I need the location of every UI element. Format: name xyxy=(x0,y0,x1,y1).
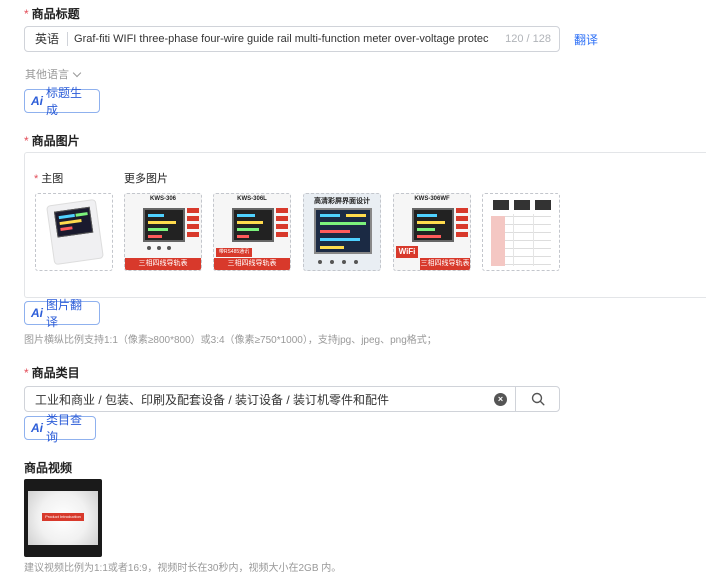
image-section-label: * 商品图片 xyxy=(24,134,80,148)
product-photo xyxy=(46,198,104,266)
clear-icon[interactable]: × xyxy=(494,392,507,406)
image-format-hint: 图片横纵比例支持1:1（像素≥800*800）或3:4（像素≥750*1000）… xyxy=(24,335,437,346)
title-text[interactable]: Graf-fiti WIFI three-phase four-wire gui… xyxy=(68,33,501,45)
meter-photo xyxy=(412,208,454,242)
video-thumb[interactable]: Product Introduction xyxy=(24,479,102,557)
category-section-label: * 商品类目 xyxy=(24,366,80,380)
video-format-hint: 建议视频比例为1:1或者16:9，视频时长在30秒内，视频大小在2GB 内。 xyxy=(24,563,342,574)
ai-category-query-button[interactable]: Ai 类目查询 xyxy=(24,413,96,444)
meter-photo xyxy=(232,208,274,242)
title-input[interactable]: 英语 Graf-fiti WIFI three-phase four-wire … xyxy=(24,26,560,52)
screen-photo xyxy=(314,208,372,254)
main-image-label: * 主图 xyxy=(34,173,64,185)
ai-icon: Ai xyxy=(31,306,43,320)
gallery-image-4[interactable]: KWS-306WF WiFi 三相四线导轨表 xyxy=(393,193,471,271)
category-search-button[interactable] xyxy=(515,387,559,411)
meter-photo xyxy=(143,208,185,242)
ai-image-translate-button[interactable]: Ai 图片翻译 xyxy=(24,298,100,329)
gallery-image-3[interactable]: 高清彩屏界面设计 xyxy=(303,193,381,271)
title-char-count: 120 / 128 xyxy=(505,33,551,45)
gallery-image-1[interactable]: KWS-306 三相四线导轨表 xyxy=(124,193,202,271)
translate-link[interactable]: 翻译 xyxy=(574,31,598,48)
more-images-label: 更多图片 xyxy=(124,173,168,185)
ai-icon: Ai xyxy=(31,421,43,435)
gallery-image-2[interactable]: KWS-306L 带RS485通讯 三相四线导轨表 xyxy=(213,193,291,271)
main-image-thumb[interactable] xyxy=(35,193,113,271)
search-icon xyxy=(531,392,545,406)
gallery-image-5[interactable] xyxy=(482,193,560,271)
category-select[interactable]: 工业和商业 / 包装、印刷及配套设备 / 装订设备 / 装订机零件和配件 × xyxy=(24,386,560,412)
video-section-label: 商品视频 xyxy=(24,461,73,475)
category-path: 工业和商业 / 包装、印刷及配套设备 / 装订设备 / 装订机零件和配件 xyxy=(35,392,390,407)
ai-icon: Ai xyxy=(31,94,43,108)
language-prefix[interactable]: 英语 xyxy=(25,32,69,46)
title-section-label: * 商品标题 xyxy=(24,7,80,21)
other-languages-toggle[interactable]: 其他语言 xyxy=(25,66,82,82)
video-title-banner: Product Introduction xyxy=(42,513,84,521)
chevron-down-icon xyxy=(72,68,82,78)
ai-title-generate-button[interactable]: Ai 标题生成 xyxy=(24,86,100,117)
